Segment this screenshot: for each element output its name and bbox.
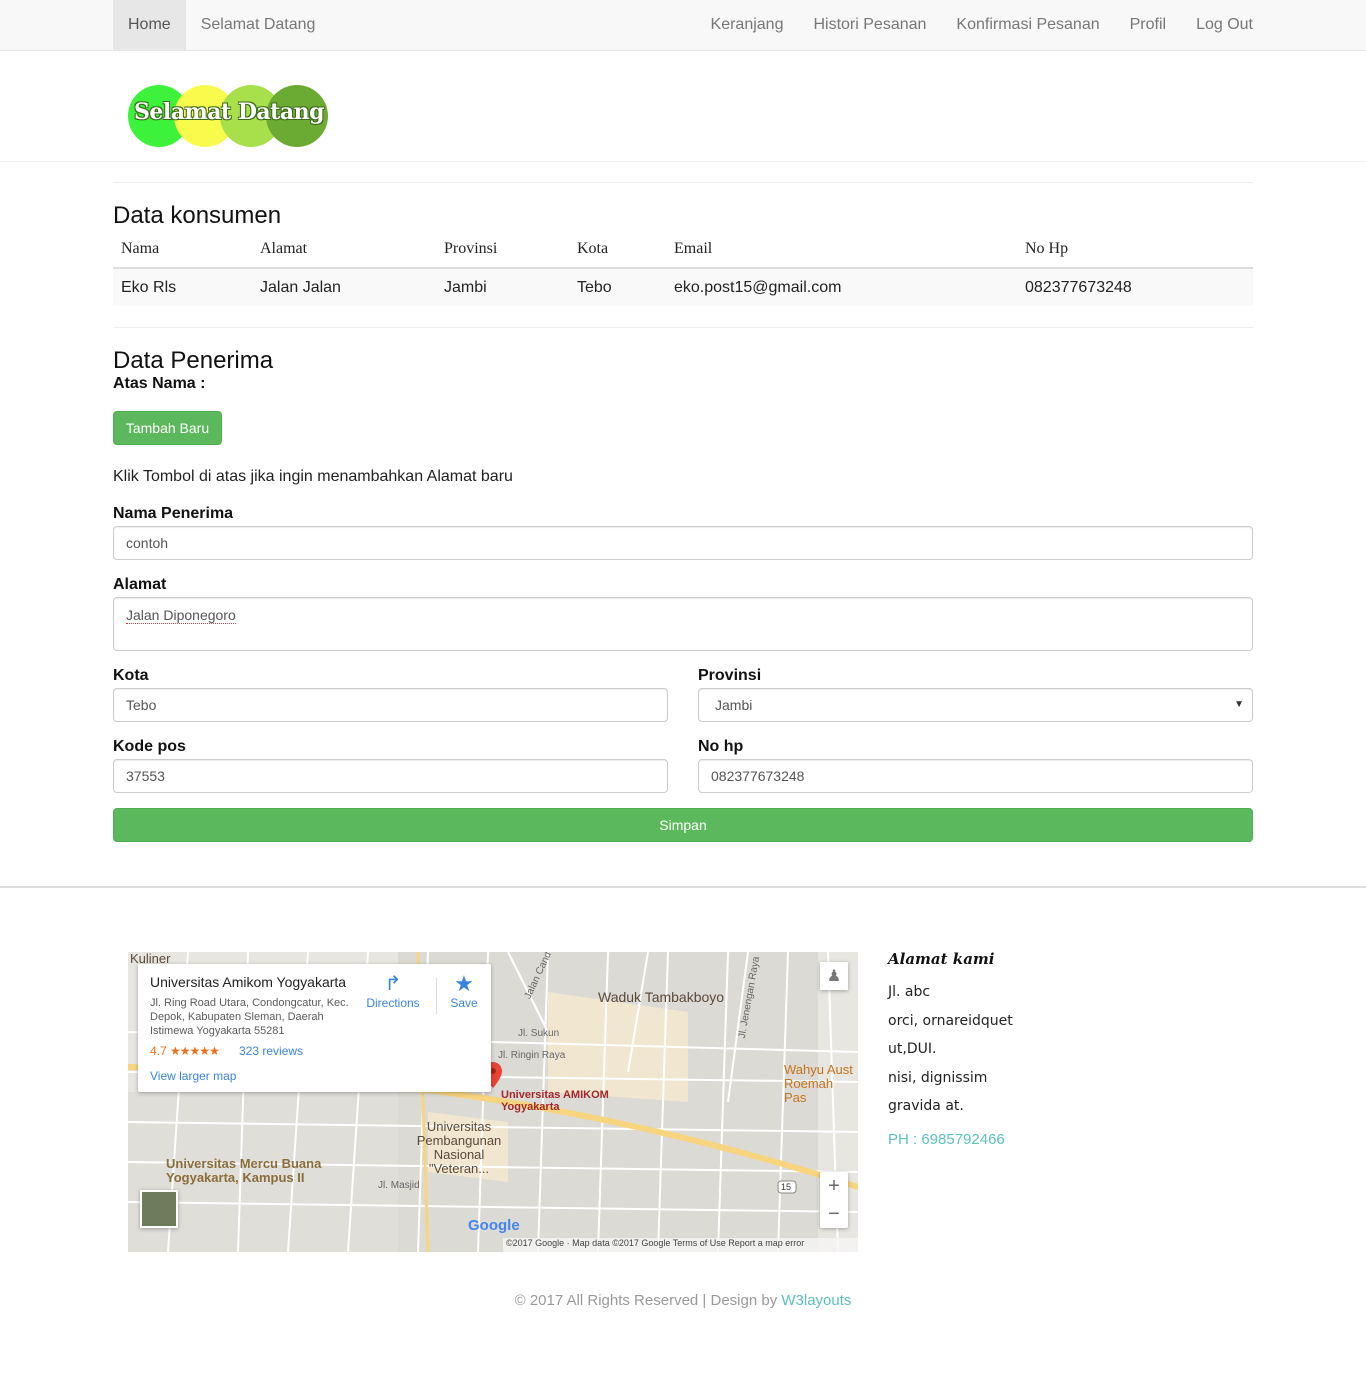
hint-text: Klik Tombol di atas jika ingin menambahk… <box>113 468 513 485</box>
star-rating-icon: ★★★★★ <box>170 1044 220 1058</box>
map-info-card: Universitas Amikom Yogyakarta Jl. Ring R… <box>138 964 491 1092</box>
cell-nohp: 082377673248 <box>1017 268 1253 306</box>
nav-profil[interactable]: Profil <box>1115 0 1181 50</box>
cell-kota: Tebo <box>569 268 666 306</box>
kota-value: Tebo <box>126 697 157 713</box>
google-logo: Google <box>468 1217 520 1234</box>
divider <box>436 978 437 1014</box>
address-line: Jl. abc <box>888 984 931 1000</box>
alamat-textarea[interactable]: Jalan Diponegoro <box>113 597 1253 651</box>
konsumen-title: Data konsumen <box>113 202 282 229</box>
place-address: Jl. Ring Road Utara, Condongcatur, Kec. … <box>150 997 349 1037</box>
star-icon: ★ <box>454 971 474 996</box>
address-line: nisi, dignissim <box>888 1069 988 1086</box>
kode-pos-input[interactable]: 37553 <box>113 759 668 793</box>
phone-number: PH : 6985792466 <box>888 1130 1005 1148</box>
table-row: Eko Rls Jalan Jalan Jambi Tebo eko.post1… <box>113 268 1253 306</box>
provinsi-label: Provinsi <box>698 667 762 684</box>
zoom-out-button[interactable]: − <box>820 1200 848 1228</box>
nav-konfirmasi-pesanan[interactable]: Konfirmasi Pesanan <box>941 0 1114 50</box>
pegman-icon[interactable]: ♟ <box>820 962 848 990</box>
copyright: © 2017 All Rights Reserved | Design by W… <box>0 1292 1366 1309</box>
atas-nama-label: Atas Nama : <box>113 375 206 392</box>
save-place-button[interactable]: ★ Save <box>443 971 485 1011</box>
nama-penerima-label: Nama Penerima <box>113 505 234 522</box>
zoom-control: + − <box>820 1172 848 1228</box>
kode-pos-value: 37553 <box>126 768 165 784</box>
provinsi-value: Jambi <box>715 697 753 713</box>
address-line: gravida at. <box>888 1098 964 1114</box>
map-label-sukun: Jl. Sukun <box>518 1028 560 1039</box>
zoom-in-button[interactable]: + <box>820 1172 848 1200</box>
place-rating: 4.7 ★★★★★ <box>150 1044 220 1058</box>
nav-left: Home Selamat Datang <box>113 0 330 50</box>
table-header-row: Nama Alamat Provinsi Kota Email No Hp <box>113 232 1253 269</box>
address-line: ut,DUI. <box>888 1041 937 1057</box>
site-logo[interactable]: Selamat Datang <box>128 85 328 147</box>
nav-right: Keranjang Histori Pesanan Konfirmasi Pes… <box>696 0 1253 50</box>
kode-pos-label: Kode pos <box>113 738 186 755</box>
map-label-ringin: Jl. Ringin Raya <box>498 1050 566 1061</box>
nama-penerima-value: contoh <box>126 535 169 551</box>
map-label-masjid: Jl. Masjid <box>378 1180 420 1191</box>
map-label-waduk: Waduk Tambakboyo <box>598 989 725 1005</box>
cell-nama: Eko Rls <box>113 268 252 306</box>
col-alamat: Alamat <box>252 232 436 269</box>
map-attribution[interactable]: ©2017 Google · Map data ©2017 Google Ter… <box>503 1238 858 1252</box>
nama-penerima-input[interactable]: contoh <box>113 526 1253 560</box>
penerima-title: Data Penerima <box>113 347 274 374</box>
save-label: Save <box>450 996 478 1010</box>
col-kota: Kota <box>569 232 666 269</box>
address-title: Alamat kami <box>888 950 995 968</box>
kota-input[interactable]: Tebo <box>113 688 668 722</box>
nav-selamat-datang[interactable]: Selamat Datang <box>186 0 331 50</box>
logo-text: Selamat Datang <box>134 99 324 125</box>
header-band: Selamat Datang <box>0 51 1366 162</box>
col-email: Email <box>666 232 1017 269</box>
copyright-text: © 2017 All Rights Reserved | Design by <box>514 1292 782 1309</box>
cell-email: eko.post15@gmail.com <box>666 268 1017 306</box>
no-hp-value: 082377673248 <box>711 768 805 784</box>
directions-label: Directions <box>366 996 420 1010</box>
navbar: Home Selamat Datang Keranjang Histori Pe… <box>0 0 1366 51</box>
cell-alamat: Jalan Jalan <box>252 268 436 306</box>
rating-value: 4.7 <box>150 1044 167 1058</box>
chevron-down-icon: ▼ <box>1234 699 1244 710</box>
satellite-toggle[interactable] <box>140 1190 178 1228</box>
map-label-mercu: Universitas Mercu Buana Yogyakarta, Kamp… <box>166 1156 322 1185</box>
col-provinsi: Provinsi <box>436 232 569 269</box>
provinsi-select[interactable]: Jambi ▼ <box>698 688 1253 722</box>
directions-button[interactable]: ↱ Directions <box>363 972 423 1010</box>
divider <box>113 182 1253 183</box>
map-label-amikom: Universitas AMIKOM Yogyakarta <box>501 1089 609 1113</box>
w3layouts-link[interactable]: W3layouts <box>781 1292 851 1309</box>
alamat-label: Alamat <box>113 576 167 593</box>
simpan-button[interactable]: Simpan <box>113 808 1253 842</box>
map-label-upn: Universitas Pembangunan Nasional "Vetera… <box>416 1119 502 1176</box>
nav-histori-pesanan[interactable]: Histori Pesanan <box>798 0 941 50</box>
view-larger-map-link[interactable]: View larger map <box>150 1069 236 1083</box>
nav-keranjang[interactable]: Keranjang <box>696 0 799 50</box>
konsumen-table: Nama Alamat Provinsi Kota Email No Hp Ek… <box>113 232 1253 306</box>
alamat-value: Jalan Diponegoro <box>126 607 236 624</box>
kota-label: Kota <box>113 667 149 684</box>
cell-provinsi: Jambi <box>436 268 569 306</box>
reviews-link[interactable]: 323 reviews <box>239 1044 303 1058</box>
col-nohp: No Hp <box>1017 232 1253 269</box>
map-label-wahyu: Wahyu Aust Roemah Pas <box>784 1062 853 1105</box>
tambah-baru-button[interactable]: Tambah Baru <box>113 411 222 445</box>
directions-icon: ↱ <box>384 973 402 995</box>
divider <box>113 327 1253 328</box>
address-line: orci, ornareidquet <box>888 1012 1013 1029</box>
footer-divider <box>0 886 1366 888</box>
no-hp-input[interactable]: 082377673248 <box>698 759 1253 793</box>
nav-log-out[interactable]: Log Out <box>1181 0 1253 50</box>
nav-home[interactable]: Home <box>113 0 186 50</box>
place-name: Universitas Amikom Yogyakarta <box>150 974 347 990</box>
map-route-shield: 15 <box>781 1182 792 1192</box>
address-block: Alamat kami Jl. abc orci, ornareidquet u… <box>888 950 1188 1148</box>
col-nama: Nama <box>113 232 252 269</box>
google-map[interactable]: Kuliner Waduk Tambakboyo Jl. Sukun Jl. R… <box>128 952 858 1252</box>
no-hp-label: No hp <box>698 738 744 755</box>
